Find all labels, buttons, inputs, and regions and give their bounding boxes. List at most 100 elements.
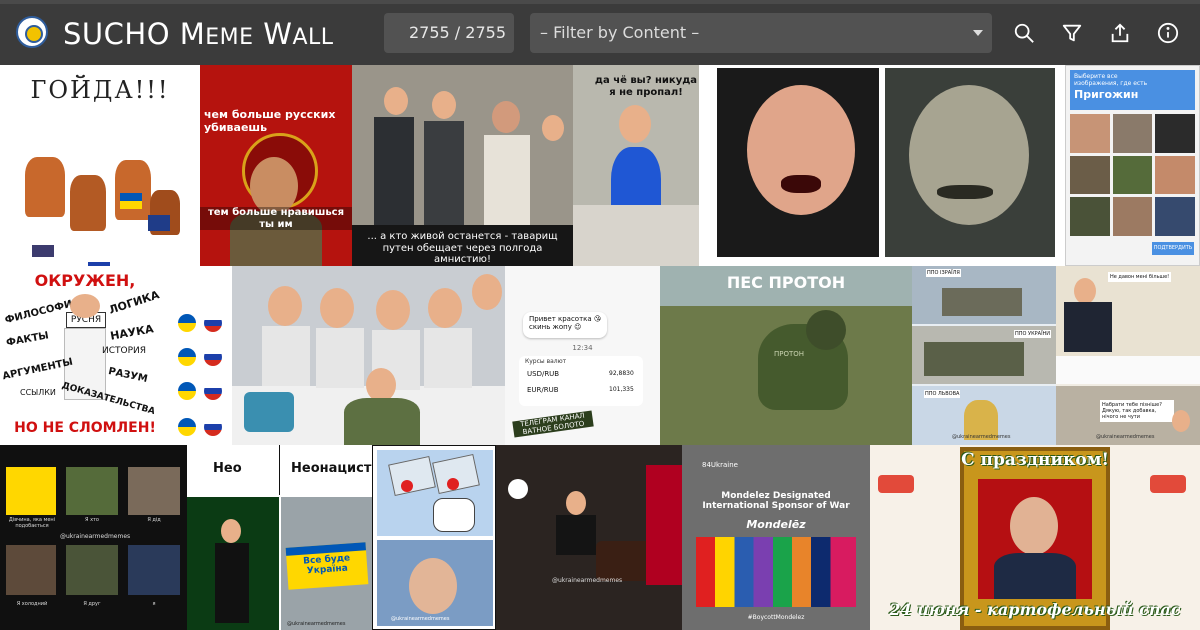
ground <box>573 205 699 266</box>
meme-word: ФАКТЫ <box>5 330 50 349</box>
figure <box>25 157 65 217</box>
meme-tile-captcha[interactable]: Выберите все изображения, где есть Приго… <box>1065 65 1200 266</box>
meme-tile-potato-day[interactable]: С праздником! 24 июня - картофельный спа… <box>870 445 1200 630</box>
watermark: @ukrainearmedmemes <box>287 621 346 627</box>
meme-tile-air-defense[interactable]: ППО ІЗРАЇЛЯ ППО УКРАЇНИ ППО ЛЬВОВА @ukra… <box>912 266 1056 445</box>
cell-caption: Дівчина, яка мені подобається <box>8 517 56 529</box>
meme-caption: Mondelez Designated International Sponso… <box>702 491 850 512</box>
meme-tile-chat[interactable]: Привет красотка 😘 скинь жопу 😉 12:34 Кур… <box>505 266 660 445</box>
mouth <box>781 175 821 193</box>
channel-logo <box>508 479 528 499</box>
speech-bubble: Набрати тебе пізніше? Дякую, так добавка… <box>1100 400 1174 422</box>
figure <box>115 160 151 220</box>
face <box>566 491 586 515</box>
meme-caption: ГОЙДА!!! <box>30 76 170 104</box>
panel-label: ППО ІЗРАЇЛЯ <box>926 269 961 277</box>
countryball-ukraine <box>178 418 196 436</box>
captcha-cell[interactable] <box>1070 114 1110 153</box>
launcher <box>942 288 1022 316</box>
cell-caption: Я дід <box>147 517 161 523</box>
source-tag: 84Ukraine <box>702 461 738 469</box>
photo-cell <box>66 545 118 595</box>
meme-tile-countryballs[interactable] <box>170 266 232 445</box>
filter-icon[interactable] <box>1057 18 1087 48</box>
meme-tile-proton[interactable]: ПЕС ПРОТОН ПРОТОН <box>660 266 912 445</box>
cell-caption: Я друг <box>83 601 101 607</box>
captcha-cell[interactable] <box>1112 155 1153 195</box>
countryball-russia <box>204 348 222 366</box>
watermark: @ukrainearmedmemes <box>952 434 1011 440</box>
meme-tile-stalin[interactable]: чем больше русских убиваешь тем больше н… <box>200 65 352 266</box>
share-icon[interactable] <box>1105 18 1135 48</box>
meme-tile-two-buttons[interactable]: @ukrainearmedmemes <box>372 445 496 630</box>
chat-message: Привет красотка 😘 скинь жопу 😉 <box>529 315 602 331</box>
captcha-cell[interactable] <box>1070 155 1110 195</box>
meme-tile-not-gone[interactable]: да чё вы? никуда я не пропал! <box>573 65 699 266</box>
meme-tile-gollum[interactable] <box>699 65 1065 266</box>
meme-tile-funeral[interactable]: @ukrainearmedmemes <box>496 445 682 630</box>
rate-value: 92,8830 <box>609 370 634 377</box>
speech-bubble: Не давон мені більше! <box>1108 272 1172 282</box>
cell-caption: Я холодний <box>16 601 48 607</box>
meme-tile-mondelez[interactable]: 84Ukraine Mondelez Designated Internatio… <box>682 445 870 630</box>
captcha-confirm-button[interactable]: ПОДТВЕРДИТЬ <box>1152 242 1194 255</box>
mouth <box>937 185 993 199</box>
countryball-russia <box>204 382 222 400</box>
image-counter: 2755 / 2755 <box>384 13 514 53</box>
meme-word: АРГУМЕНТЫ <box>1 356 74 383</box>
search-icon[interactable] <box>1009 18 1039 48</box>
meme-tile-putin-phone[interactable]: Не давон мені більше! Набрати тебе пізні… <box>1056 266 1200 445</box>
photo-cell <box>6 545 56 595</box>
meme-word: РАЗУМ <box>107 365 149 386</box>
face <box>1010 497 1058 555</box>
photo-cell <box>66 467 118 515</box>
face <box>409 558 457 614</box>
meme-tile-surrounded[interactable]: ОКРУЖЕН, ЛОГИКА ФИЛОСОФИЯ РУСНЯ ФАКТЫ НА… <box>0 266 170 445</box>
rate-name: USD/RUB <box>527 370 560 378</box>
panel-label: ППО УКРАЇНИ <box>1014 330 1052 338</box>
figure <box>70 175 106 231</box>
captcha-cell[interactable] <box>1155 155 1195 195</box>
meme-tile-goyda[interactable]: ГОЙДА!!! <box>0 65 200 266</box>
meme-tile-amnesty[interactable]: ... а кто живой останется - таварищ путе… <box>352 65 573 266</box>
caret-down-icon <box>973 30 983 36</box>
captcha-cell[interactable] <box>1070 197 1110 236</box>
suit <box>994 553 1076 599</box>
captcha-cell[interactable] <box>1112 197 1153 236</box>
captcha-grid <box>1070 114 1195 236</box>
meme-word: ЛОГИКА <box>107 288 161 317</box>
face <box>384 87 408 115</box>
sucho-logo[interactable] <box>16 16 48 48</box>
meme-tile-sofa-generals[interactable] <box>232 266 505 445</box>
face <box>1074 278 1096 304</box>
captcha-target: Пригожин <box>1074 88 1139 101</box>
cell-caption: я <box>152 601 156 607</box>
content-filter-select[interactable]: – Filter by Content – <box>530 13 992 53</box>
red-button <box>447 478 459 490</box>
meme-word: ССЫЛКИ <box>20 388 56 397</box>
panel-title: Неонацист <box>291 461 372 476</box>
meme-caption: ПЕС ПРОТОН <box>726 273 846 292</box>
captcha-cell[interactable] <box>1112 114 1153 153</box>
countryball-ukraine <box>178 382 196 400</box>
watermark: @ukrainearmedmemes <box>1096 434 1155 440</box>
flag-nato <box>148 215 170 231</box>
brand-logo: Mondelēz <box>746 518 806 531</box>
captcha-cell[interactable] <box>1155 114 1195 153</box>
meme-caption: да чё вы? никуда я не пропал! <box>594 75 698 98</box>
countryball-ukraine <box>178 314 196 332</box>
meme-tile-neo[interactable]: Нео Неонацист Все буде Україна @ukrainea… <box>187 445 372 630</box>
face <box>542 115 564 141</box>
watermark: @ukrainearmedmemes <box>60 533 131 540</box>
meme-tile-grid-six[interactable]: Дівчина, яка мені подобається Я хто Я ді… <box>0 445 187 630</box>
figure <box>556 515 596 555</box>
figure <box>424 121 464 225</box>
hashtag: #BoycottMondelez <box>747 614 805 621</box>
figure <box>215 543 249 623</box>
info-icon[interactable] <box>1153 18 1183 48</box>
photo-cell <box>128 545 180 595</box>
captcha-cell[interactable] <box>1155 197 1195 236</box>
filter-select-label: – Filter by Content – <box>540 23 700 42</box>
flag-usa <box>32 245 54 257</box>
top-bar: SUCHO MEME WALL 2755 / 2755 – Filter by … <box>0 0 1200 65</box>
